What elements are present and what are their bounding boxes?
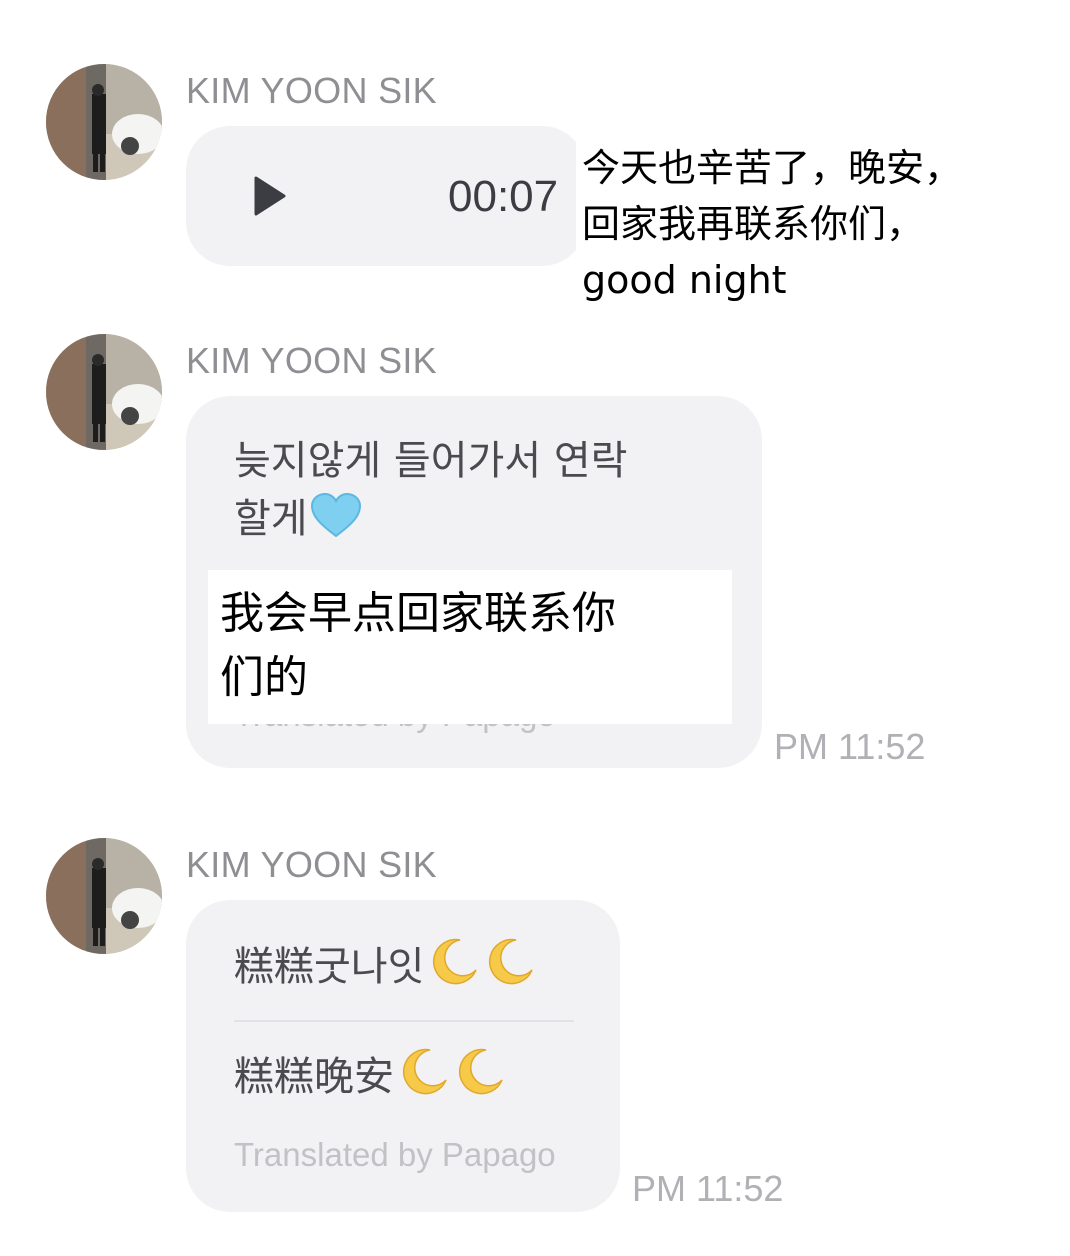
caption-line: 今天也辛苦了，晚安， [582,146,963,190]
crescent-moon-icon [402,1048,447,1095]
translation-divider [234,1020,574,1022]
message-text: 할게 [234,496,308,542]
sender-name: KIM YOON SIK [186,70,437,111]
translation-overlay: 我会早点回家联系你 们的 [208,570,732,724]
text-message-bubble[interactable]: 늦지않게 들어가서 연락 할게 Translated by Papago 我会早… [186,396,762,768]
caption-line: 回家我再联系你们， [582,202,925,246]
sender-name: KIM YOON SIK [186,844,437,885]
crescent-moon-icon [489,938,534,985]
caption-line: good night [582,258,787,302]
avatar[interactable] [46,334,162,450]
message-text-line: 늦지않게 들어가서 연락 [234,438,628,484]
overlay-line: 们的 [220,652,308,703]
message-text-line: 糕糕굿나잇 [234,936,536,996]
play-icon[interactable] [252,176,288,216]
avatar-photo [46,64,162,180]
voice-duration: 00:07 [448,172,559,221]
crescent-moon-icon [433,938,478,985]
crescent-moon-icon [458,1048,503,1095]
caption-overlay: 今天也辛苦了，晚安， 回家我再联系你们， good night [576,136,1018,312]
text-message-bubble[interactable]: 糕糕굿나잇 糕糕晚安 Translated by Papago [186,900,620,1212]
message-text-line-2: 할게 [234,490,362,548]
translated-by-label: Translated by Papago [234,1136,556,1173]
avatar-photo [46,838,162,954]
light-blue-heart-icon [310,492,361,538]
sender-name: KIM YOON SIK [186,340,437,381]
translation-text: 糕糕晚安 [234,1054,394,1100]
message-timestamp: PM 11:52 [774,726,926,767]
message-timestamp: PM 11:52 [632,1168,784,1209]
message-text: 糕糕굿나잇 [234,944,425,990]
translation-text-line: 糕糕晚安 [234,1046,506,1106]
voice-message-bubble[interactable]: 00:07 [186,126,586,266]
avatar[interactable] [46,838,162,954]
overlay-line: 我会早点回家联系你 [220,588,616,639]
avatar[interactable] [46,64,162,180]
avatar-photo [46,334,162,450]
